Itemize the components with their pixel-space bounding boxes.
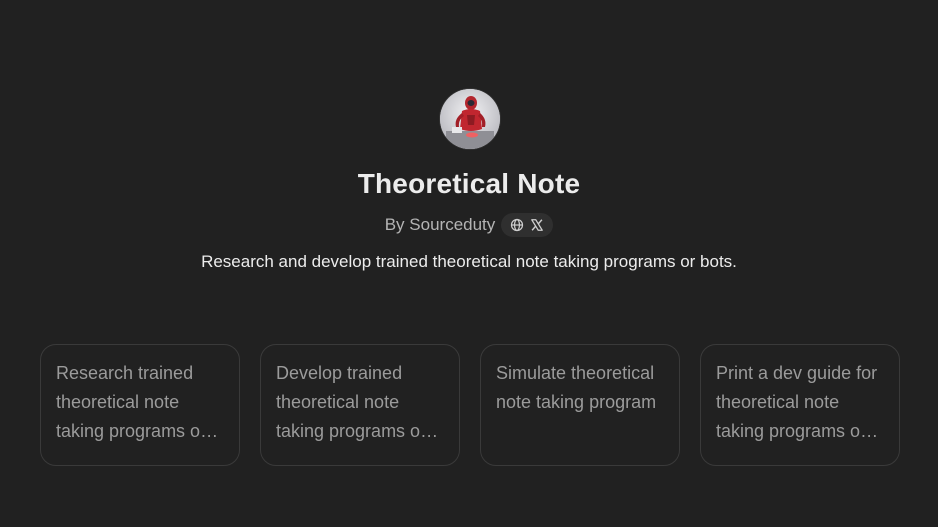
gpt-title: Theoretical Note [357, 168, 581, 199]
starter-card-text: Develop trained theoretical note taking … [276, 363, 427, 441]
starter-card[interactable]: Simulate theoretical note taking program [480, 344, 680, 466]
social-links [501, 213, 554, 237]
starter-card[interactable]: Print a dev guide for theoretical note t… [700, 344, 900, 466]
globe-icon[interactable] [510, 218, 524, 232]
author-row: By Sourceduty [0, 213, 938, 237]
conversation-starters: Research trained theoretical note taking… [40, 344, 900, 466]
starter-card-text: Simulate theoretical note taking program [496, 363, 657, 412]
starter-card-text: Print a dev guide for theoretical note t… [716, 363, 878, 441]
starter-card[interactable]: Research trained theoretical note taking… [40, 344, 240, 466]
starter-card[interactable]: Develop trained theoretical note taking … [260, 344, 460, 466]
author-byline: By Sourceduty [384, 215, 496, 234]
gpt-landing: Theoretical Note By Sourceduty Research … [0, 0, 938, 527]
gpt-avatar [440, 89, 500, 149]
robot-avatar-icon [440, 89, 500, 149]
starter-card-text: Research trained theoretical note taking… [56, 363, 207, 441]
x-logo-icon[interactable] [530, 218, 544, 232]
gpt-description: Research and develop trained theoretical… [201, 252, 737, 271]
